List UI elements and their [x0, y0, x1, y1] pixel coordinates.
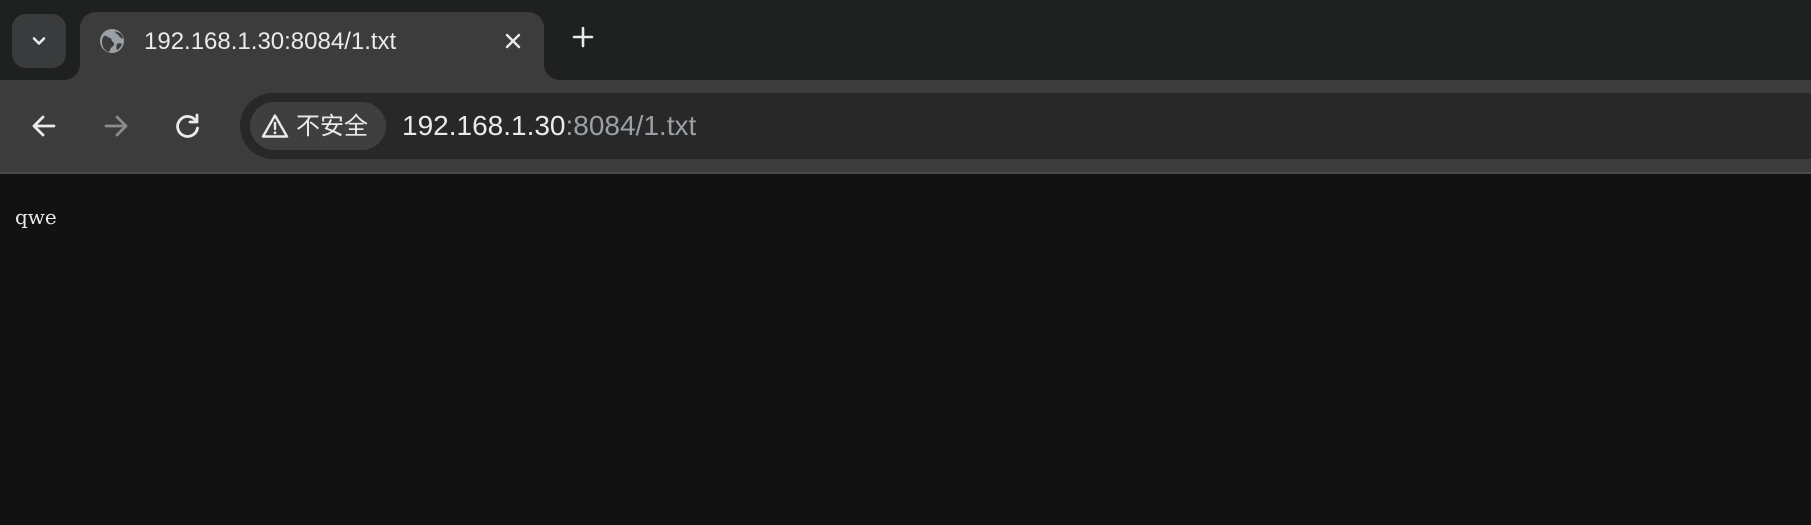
security-label: 不安全 — [296, 112, 368, 140]
address-bar[interactable]: 不安全 192.168.1.30:8084/1.txt — [240, 93, 1811, 159]
warning-triangle-icon — [260, 111, 290, 141]
chevron-down-icon — [32, 37, 46, 45]
url-path: :8084/1.txt — [565, 110, 697, 141]
tab-close-button[interactable] — [498, 26, 528, 56]
close-icon — [505, 33, 521, 49]
arrow-left-icon — [32, 115, 56, 137]
toolbar: 不安全 192.168.1.30:8084/1.txt — [0, 80, 1811, 172]
page-content: qwe — [0, 174, 1811, 525]
globe-icon — [100, 29, 124, 53]
new-tab-button[interactable] — [566, 20, 600, 54]
plus-icon — [572, 26, 594, 48]
browser-window: 192.168.1.30:8084/1.txt 不安全 192.168.1.30… — [0, 0, 1811, 525]
forward-button[interactable] — [96, 106, 136, 146]
tab-search-button[interactable] — [12, 14, 66, 68]
reload-icon — [176, 113, 199, 138]
url-text[interactable]: 192.168.1.30:8084/1.txt — [402, 108, 696, 144]
reload-button[interactable] — [168, 106, 208, 146]
arrow-right-icon — [104, 115, 128, 137]
tab-strip: 192.168.1.30:8084/1.txt — [0, 0, 1811, 80]
tab-title: 192.168.1.30:8084/1.txt — [144, 28, 397, 55]
back-button[interactable] — [24, 106, 64, 146]
url-host: 192.168.1.30 — [402, 110, 566, 141]
tab-active[interactable]: 192.168.1.30:8084/1.txt — [80, 12, 544, 80]
plain-text-content: qwe — [15, 205, 57, 229]
security-chip[interactable]: 不安全 — [250, 102, 386, 150]
